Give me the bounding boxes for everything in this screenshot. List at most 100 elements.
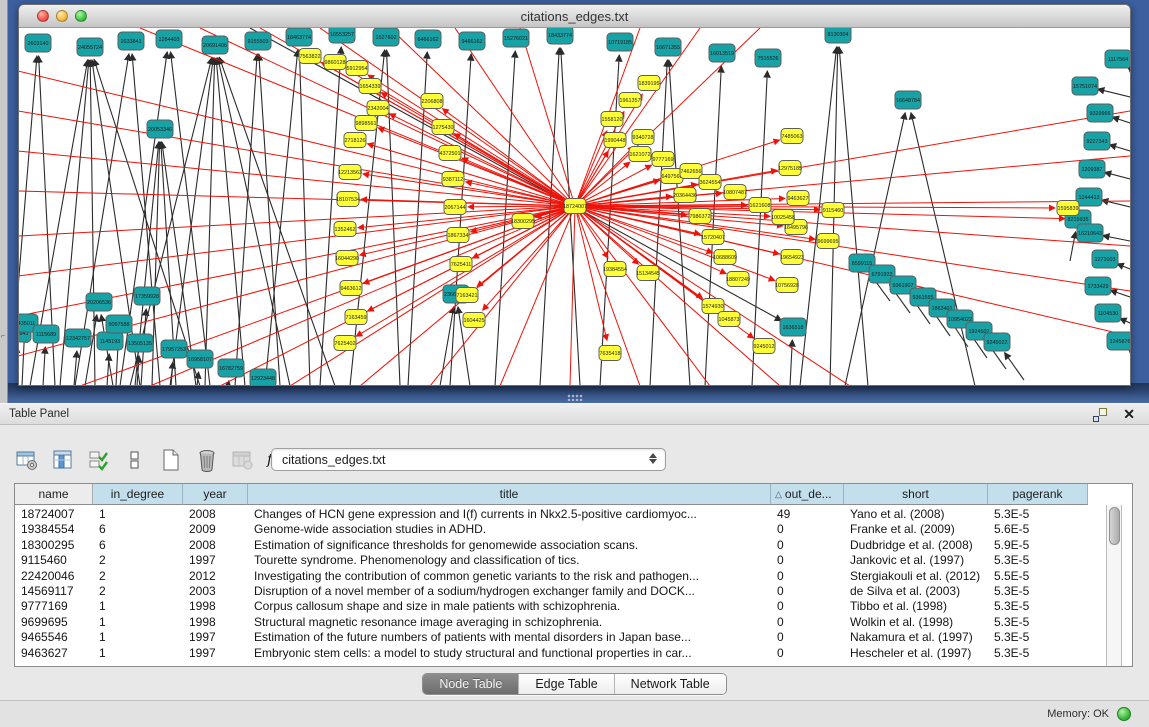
table-cell: 5.3E-5 bbox=[988, 646, 1088, 661]
graph-node-label: 8215935 bbox=[1068, 217, 1089, 223]
table-row[interactable]: 969969511998Structural magnetic resonanc… bbox=[15, 615, 1088, 630]
graph-node-label: 9155503 bbox=[248, 39, 269, 45]
scrollbar-thumb[interactable] bbox=[1109, 507, 1120, 545]
graph-node-label: 19654923 bbox=[780, 255, 804, 261]
tab-edge-table[interactable]: Edge Table bbox=[519, 674, 614, 694]
network-desktop: ⌐ citations_edges.txt 260314024055724263… bbox=[0, 0, 1149, 403]
table-cell: Yano et al. (2008) bbox=[844, 507, 988, 522]
close-panel-icon[interactable]: ✕ bbox=[1123, 406, 1135, 423]
table-cell: 9115460 bbox=[15, 553, 93, 568]
column-header-out_de[interactable]: △out_de... bbox=[771, 484, 844, 505]
graph-node-label: 9097588 bbox=[109, 322, 130, 328]
table-cell: Changes of HCN gene expression and I(f) … bbox=[248, 507, 771, 522]
table-tabs-bar: Node TableEdge TableNetwork Table bbox=[0, 673, 1149, 696]
graph-node-label: 12923448 bbox=[251, 376, 275, 382]
graph-node-label: 7462656 bbox=[681, 169, 702, 175]
table-selector-dropdown[interactable]: citations_edges.txt bbox=[271, 448, 666, 471]
table-row[interactable]: 1830029562008Estimation of significance … bbox=[15, 538, 1088, 553]
chevron-up-down-icon bbox=[649, 453, 657, 464]
graph-node-label: 10719185 bbox=[608, 40, 632, 46]
graph-node-label: 12342757 bbox=[66, 336, 90, 342]
status-bar: Memory: OK bbox=[0, 700, 1149, 727]
table-cell: 2003 bbox=[183, 584, 248, 599]
graph-node-label: 6466162 bbox=[418, 37, 439, 43]
vertical-scrollbar[interactable] bbox=[1106, 505, 1122, 666]
graph-node-label: 5912954 bbox=[347, 66, 368, 72]
rows-icon[interactable] bbox=[122, 447, 148, 473]
table-cell: Corpus callosum shape and size in male p… bbox=[248, 599, 771, 614]
graph-node-label: 1621072 bbox=[630, 152, 651, 158]
graph-node-label: 1839195 bbox=[639, 81, 660, 87]
graph-node-label: 10807487 bbox=[723, 190, 747, 196]
table-cell: Tibbo et al. (1998) bbox=[844, 599, 988, 614]
graph-edge bbox=[1109, 145, 1130, 151]
new-file-icon[interactable] bbox=[158, 447, 184, 473]
network-view-window: citations_edges.txt 26031402405572426338… bbox=[18, 4, 1131, 386]
column-header-pagerank[interactable]: pagerank bbox=[988, 484, 1088, 505]
graph-node-label: 16958107 bbox=[188, 357, 212, 363]
table-row[interactable]: 1938455462009Genome-wide association stu… bbox=[15, 522, 1088, 537]
table-row[interactable]: 946362711997Embryonic stem cells: a mode… bbox=[15, 646, 1088, 661]
table-row[interactable]: 977716911998Corpus callosum shape and si… bbox=[15, 599, 1088, 614]
column-header-title[interactable]: title bbox=[248, 484, 771, 505]
graph-node-label: 3624554 bbox=[700, 180, 721, 186]
graph-node-label: 19384554 bbox=[603, 267, 627, 273]
node-table: namein_degreeyeartitle△out_de...shortpag… bbox=[14, 483, 1133, 667]
graph-node-label: 1595839 bbox=[1058, 206, 1079, 212]
graph-node-label: 1209387 bbox=[1082, 167, 1103, 173]
table-cell: 5.3E-5 bbox=[988, 553, 1088, 568]
network-window-titlebar[interactable]: citations_edges.txt bbox=[19, 5, 1130, 28]
table-cell: 2 bbox=[93, 553, 183, 568]
graph-edge bbox=[290, 206, 575, 386]
graph-node-label: 1045873 bbox=[719, 317, 740, 323]
graph-edge bbox=[200, 28, 575, 206]
table-cell: 9699695 bbox=[15, 615, 93, 630]
table-cell: 0 bbox=[771, 646, 844, 661]
column-header-year[interactable]: year bbox=[183, 484, 248, 505]
graph-node-label: 7515526 bbox=[758, 56, 779, 62]
graph-edge bbox=[367, 144, 575, 206]
graph-node-label: 1961357 bbox=[620, 98, 641, 104]
graph-node-label: 9466162 bbox=[462, 39, 483, 45]
float-panel-icon[interactable] bbox=[1093, 408, 1107, 422]
tab-node-table[interactable]: Node Table bbox=[423, 674, 519, 694]
table-settings-icon[interactable] bbox=[14, 447, 40, 473]
table-cell: 0 bbox=[771, 569, 844, 584]
table-selector-value: citations_edges.txt bbox=[282, 453, 386, 467]
table-cell: 0 bbox=[771, 538, 844, 553]
table-cell: 1 bbox=[93, 507, 183, 522]
table-cell: Disruption of a novel member of a sodium… bbox=[248, 584, 771, 599]
table-row[interactable]: 1872400712008Changes of HCN gene express… bbox=[15, 507, 1088, 522]
graph-node-label: 24055724 bbox=[78, 45, 102, 51]
memory-ok-indicator[interactable] bbox=[1117, 707, 1131, 721]
column-header-name[interactable]: name bbox=[15, 484, 93, 505]
graph-node-label: 1558120 bbox=[602, 117, 623, 123]
tab-network-table[interactable]: Network Table bbox=[615, 674, 726, 694]
apply-checks-icon[interactable] bbox=[86, 447, 112, 473]
table-cell: Estimation of the future numbers of pati… bbox=[248, 630, 771, 645]
graph-edge bbox=[440, 307, 454, 386]
network-canvas[interactable]: 2603140240557242633841128440320691406915… bbox=[19, 28, 1130, 386]
table-row[interactable]: 1456911722003Disruption of a novel membe… bbox=[15, 584, 1088, 599]
graph-node-label: 16648784 bbox=[896, 98, 920, 104]
splitter-handle[interactable] bbox=[567, 394, 583, 401]
table-cell: 2 bbox=[93, 569, 183, 584]
graph-edge bbox=[19, 206, 575, 236]
graph-node-label: 18724007 bbox=[563, 204, 587, 210]
graph-edge bbox=[1103, 236, 1130, 241]
graph-node-label: 9699695 bbox=[818, 239, 839, 245]
table-cell: 0 bbox=[771, 522, 844, 537]
table-cell: Jankovic et al. (1997) bbox=[844, 553, 988, 568]
column-header-short[interactable]: short bbox=[844, 484, 988, 505]
select-columns-icon[interactable] bbox=[50, 447, 76, 473]
delete-icon[interactable] bbox=[194, 447, 220, 473]
table-toolbar: f(x) bbox=[14, 445, 292, 475]
column-header-in_degree[interactable]: in_degree bbox=[93, 484, 183, 505]
table-row[interactable]: 2242004622012Investigating the contribut… bbox=[15, 569, 1088, 584]
graph-node-label: 1574930 bbox=[703, 304, 724, 310]
table-cell: Investigating the contribution of common… bbox=[248, 569, 771, 584]
table-row[interactable]: 911546021997Tourette syndrome. Phenomeno… bbox=[15, 553, 1088, 568]
table-row[interactable]: 946554611997Estimation of the future num… bbox=[15, 630, 1088, 645]
import-table-disabled-icon[interactable] bbox=[230, 447, 256, 473]
graph-node-label: 10688609 bbox=[713, 255, 737, 261]
